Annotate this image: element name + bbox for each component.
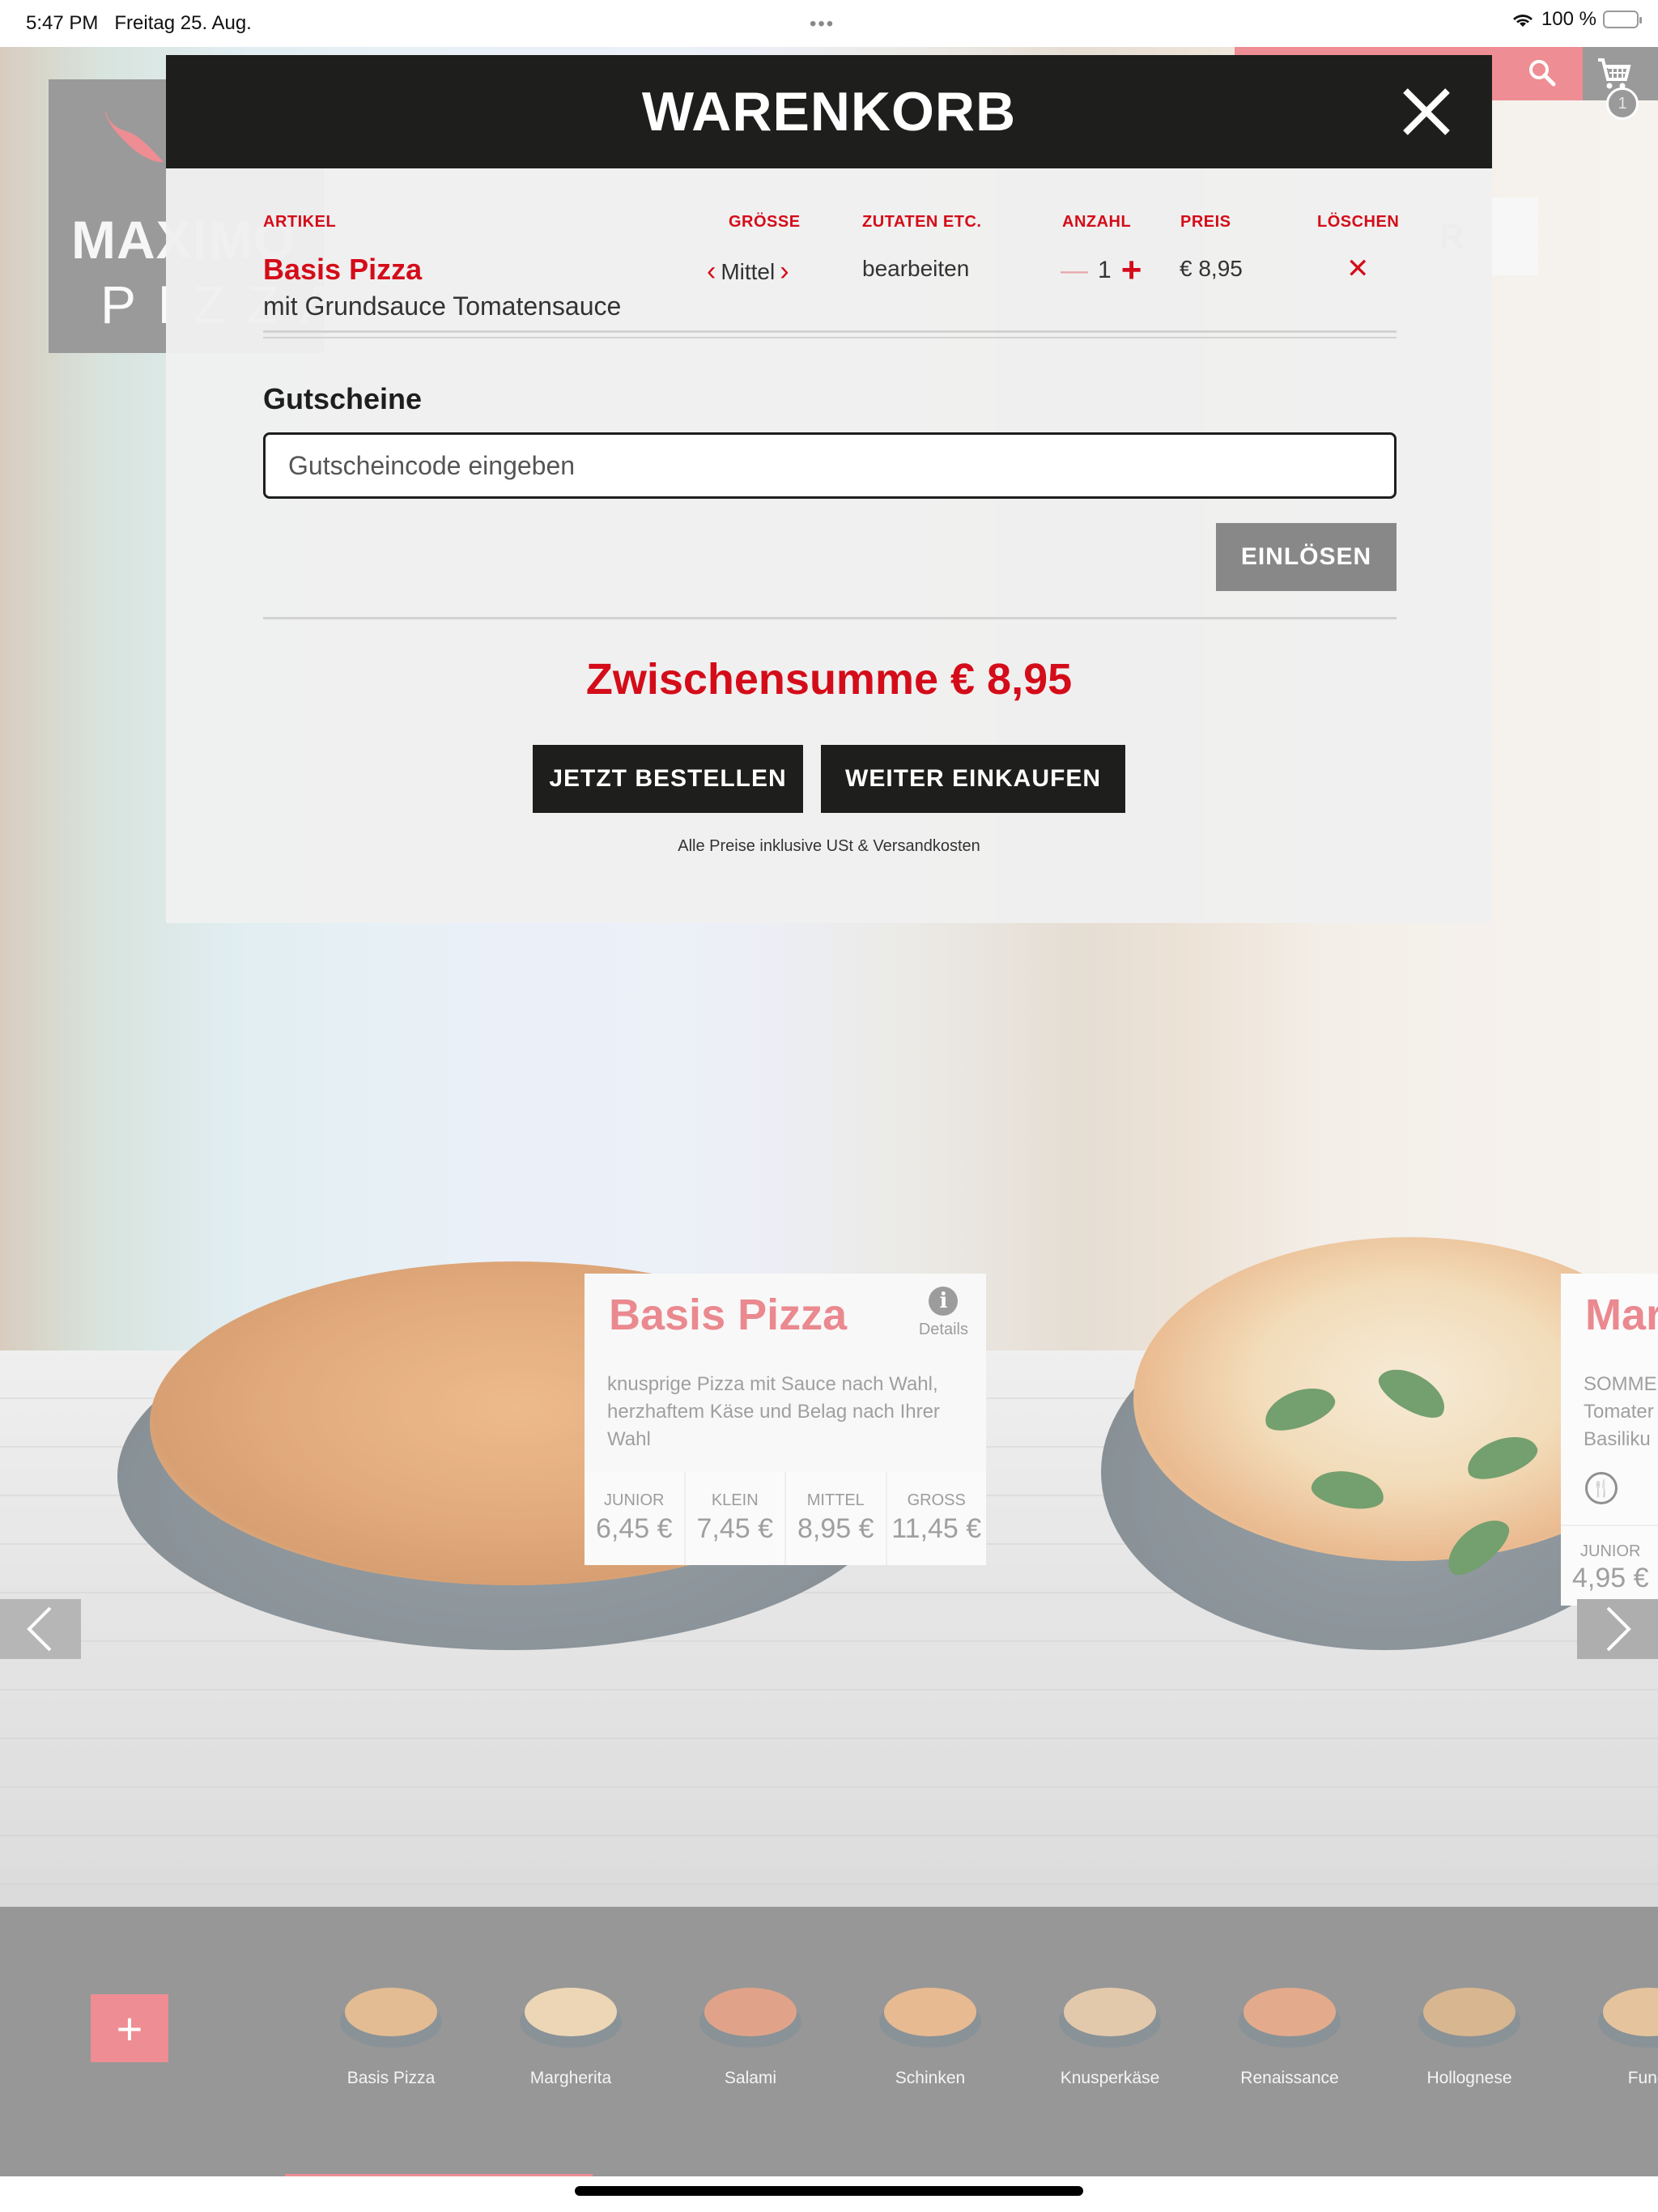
- voucher-label: Gutscheine: [263, 382, 423, 415]
- edit-ingredients-link[interactable]: bearbeiten: [862, 256, 969, 282]
- continue-shopping-button[interactable]: WEITER EINKAUFEN: [821, 745, 1125, 813]
- home-indicator[interactable]: [575, 2186, 1083, 2196]
- status-bar: 5:47 PM Freitag 25. Aug. ••• 100 %: [0, 0, 1658, 47]
- cart-item-subtitle: mit Grundsauce Tomatensauce: [263, 291, 622, 321]
- tax-note: Alle Preise inklusive USt & Versandkoste…: [678, 837, 980, 855]
- status-date: Freitag 25. Aug.: [114, 12, 252, 34]
- delete-item-button[interactable]: ✕: [1346, 253, 1370, 285]
- redeem-button[interactable]: EINLÖSEN: [1216, 523, 1397, 591]
- divider: [263, 330, 1397, 333]
- cart-item-name: Basis Pizza: [263, 253, 423, 286]
- subtotal: Zwischensumme € 8,95: [585, 655, 1073, 704]
- chevron-right-icon[interactable]: ›: [780, 256, 789, 287]
- size-selector: ‹ Mittel ›: [707, 256, 789, 287]
- column-header-delete: LÖSCHEN: [1317, 213, 1400, 231]
- column-header-price: PREIS: [1180, 213, 1231, 231]
- increase-quantity-button[interactable]: +: [1121, 253, 1142, 288]
- column-header-quantity: ANZAHL: [1062, 213, 1132, 231]
- cart-item-price: € 8,95: [1180, 256, 1243, 281]
- divider: [263, 617, 1397, 619]
- quantity-value: 1: [1098, 257, 1112, 283]
- close-button[interactable]: [1401, 86, 1452, 138]
- order-now-button[interactable]: JETZT BESTELLEN: [533, 745, 803, 813]
- column-header-article: ARTIKEL: [263, 213, 337, 231]
- selected-size: Mittel: [721, 258, 776, 284]
- quantity-stepper: — 1 +: [1061, 253, 1141, 288]
- status-time: 5:47 PM: [26, 12, 99, 34]
- chevron-left-icon[interactable]: ‹: [707, 256, 716, 287]
- multitasking-dots[interactable]: •••: [810, 13, 835, 36]
- decrease-quantity-button[interactable]: —: [1061, 255, 1088, 287]
- divider: [263, 337, 1397, 338]
- modal-title: WARENKORB: [641, 81, 1017, 143]
- wifi-icon: [1512, 15, 1533, 27]
- battery-icon: [1603, 11, 1642, 28]
- column-header-ingredients: ZUTATEN ETC.: [862, 213, 982, 231]
- home-indicator-area: [0, 2176, 1658, 2212]
- close-icon: [1403, 88, 1450, 135]
- battery-percent: 100 %: [1541, 8, 1596, 30]
- modal-header: WARENKORB: [166, 55, 1492, 168]
- column-header-size: GRÖSSE: [729, 213, 801, 231]
- voucher-code-input[interactable]: [263, 432, 1397, 499]
- cart-modal: WARENKORB ARTIKEL GRÖSSE ZUTATEN ETC. AN…: [166, 55, 1492, 923]
